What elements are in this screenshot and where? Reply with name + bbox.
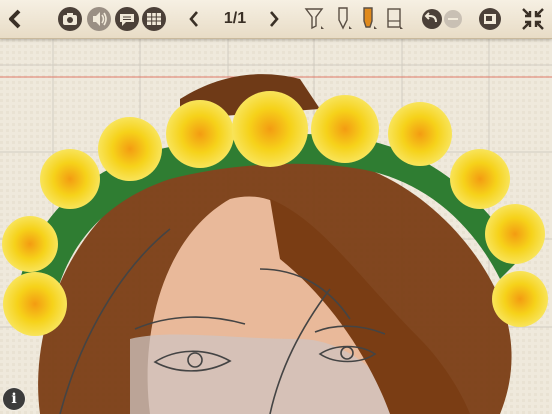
back-icon — [9, 9, 21, 29]
redo-icon — [444, 10, 462, 28]
pen-icon — [338, 7, 352, 30]
previous-page-icon — [189, 11, 198, 27]
comment-button[interactable] — [113, 5, 141, 33]
drawing-canvas[interactable] — [0, 39, 552, 414]
speech-bubble-icon — [115, 7, 139, 31]
speaker-icon — [87, 7, 111, 31]
redo-button[interactable] — [443, 5, 463, 33]
camera-icon — [58, 7, 82, 31]
undo-icon — [422, 9, 442, 29]
info-button[interactable]: i — [3, 388, 25, 410]
marker-icon — [363, 7, 377, 29]
grid-button[interactable] — [140, 5, 168, 33]
collapse-icon — [522, 8, 544, 30]
filter-tool[interactable] — [302, 5, 328, 33]
filter-pen-icon — [304, 8, 324, 30]
pen-tool[interactable] — [332, 5, 356, 33]
sound-button[interactable] — [85, 5, 113, 33]
next-page-icon — [270, 11, 279, 27]
crop-button[interactable] — [477, 5, 503, 33]
back-button[interactable] — [4, 5, 26, 33]
eraser-tool[interactable] — [383, 5, 407, 33]
next-page-button[interactable] — [264, 5, 284, 33]
undo-button[interactable] — [421, 5, 443, 33]
crop-icon — [479, 8, 501, 30]
drawing-artwork — [0, 39, 552, 414]
collapse-button[interactable] — [520, 5, 546, 33]
toolbar: 1/1 — [0, 0, 552, 39]
eraser-icon — [387, 8, 403, 29]
grid-icon — [142, 7, 166, 31]
marker-tool[interactable] — [357, 5, 381, 33]
previous-page-button[interactable] — [184, 5, 204, 33]
page-indicator: 1/1 — [223, 10, 247, 27]
camera-button[interactable] — [56, 5, 84, 33]
